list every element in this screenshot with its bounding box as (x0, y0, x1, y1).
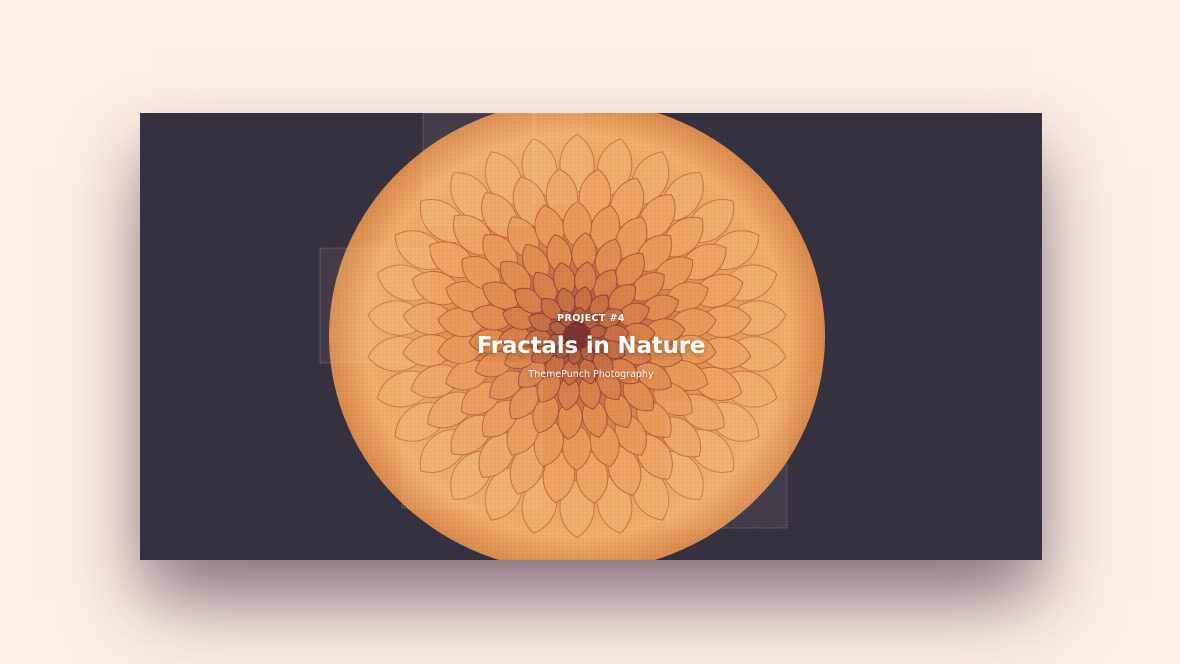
fractal-tile (666, 402, 788, 529)
page-background: PROJECT #4 Fractals in Nature ThemePunch… (0, 0, 1180, 664)
project-kicker: PROJECT #4 (557, 313, 625, 324)
slide-title: Fractals in Nature (476, 333, 706, 359)
fractal-tile (401, 362, 543, 509)
hero-slider[interactable]: PROJECT #4 Fractals in Nature ThemePunch… (140, 113, 1042, 560)
slide-caption: PROJECT #4 Fractals in Nature ThemePunch… (140, 312, 1042, 382)
fractal-tile (532, 113, 584, 204)
fractal-tile (422, 113, 536, 226)
slide-subtitle: ThemePunch Photography (528, 369, 654, 380)
